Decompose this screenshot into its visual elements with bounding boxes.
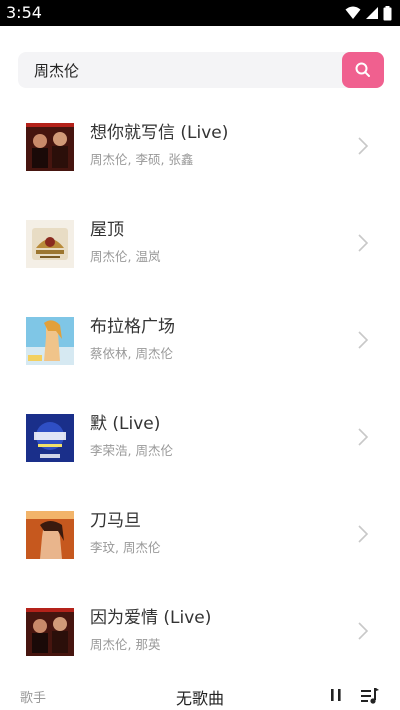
album-cover: [26, 608, 74, 656]
song-artist: 周杰伦, 温岚: [90, 249, 161, 264]
song-artist: 周杰伦, 那英: [90, 637, 161, 652]
song-title: 想你就写信 (Live): [90, 123, 229, 143]
album-cover: [26, 414, 74, 462]
song-title: 布拉格广场: [90, 317, 175, 337]
album-cover: [26, 317, 74, 365]
search-bar: [18, 52, 384, 88]
playlist-icon[interactable]: [360, 687, 380, 705]
search-icon: [355, 62, 370, 77]
status-time: 3:54: [6, 3, 42, 22]
song-artist: 蔡依林, 周杰伦: [90, 346, 173, 361]
player-bar: 歌手 无歌曲: [0, 678, 400, 710]
song-artist: 周杰伦, 李硕, 张鑫: [90, 152, 194, 167]
search-input[interactable]: [18, 52, 338, 88]
album-cover: [26, 511, 74, 559]
song-artist: 李玟, 周杰伦: [90, 540, 161, 555]
song-item[interactable]: 屋顶 周杰伦, 温岚: [0, 195, 400, 292]
status-icons: [345, 5, 392, 21]
pause-icon[interactable]: [328, 687, 344, 703]
search-button[interactable]: [342, 52, 384, 88]
chevron-right-icon: [358, 525, 369, 543]
song-artist: 李荣浩, 周杰伦: [90, 443, 173, 458]
wifi-icon: [345, 6, 361, 19]
chevron-right-icon: [358, 137, 369, 155]
chevron-right-icon: [358, 622, 369, 640]
chevron-right-icon: [358, 428, 369, 446]
song-title: 默 (Live): [90, 414, 161, 434]
song-item[interactable]: 因为爱情 (Live) 周杰伦, 那英: [0, 583, 400, 680]
song-item[interactable]: 想你就写信 (Live) 周杰伦, 李硕, 张鑫: [0, 98, 400, 195]
chevron-right-icon: [358, 331, 369, 349]
album-cover: [26, 123, 74, 171]
signal-icon: [366, 7, 378, 19]
song-item[interactable]: 默 (Live) 李荣浩, 周杰伦: [0, 389, 400, 486]
song-item[interactable]: 布拉格广场 蔡依林, 周杰伦: [0, 292, 400, 389]
album-cover: [26, 220, 74, 268]
song-title: 刀马旦: [90, 511, 141, 531]
song-title: 屋顶: [90, 220, 124, 240]
status-bar: 3:54: [0, 0, 400, 26]
battery-icon: [383, 5, 392, 20]
song-title: 因为爱情 (Live): [90, 608, 212, 628]
chevron-right-icon: [358, 234, 369, 252]
song-item[interactable]: 刀马旦 李玟, 周杰伦: [0, 486, 400, 583]
